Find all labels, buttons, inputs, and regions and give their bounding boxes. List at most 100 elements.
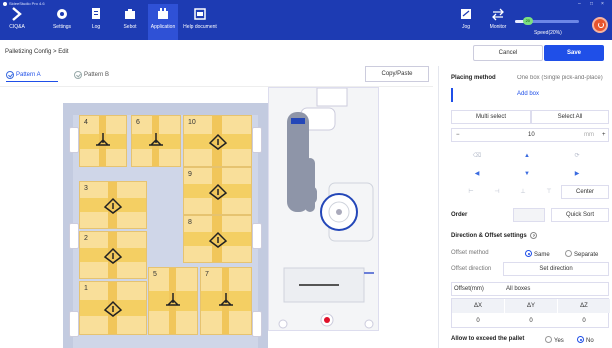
- box-item[interactable]: 7: [200, 267, 252, 335]
- move-up-button[interactable]: ▲: [509, 148, 545, 164]
- palletizing-canvas[interactable]: 4 6 10 3 9 8 2 1 5 7: [0, 86, 433, 348]
- box-orientation-icon: [219, 293, 233, 306]
- box-orientation-icon: [208, 231, 227, 248]
- chevron-right-icon: [12, 7, 22, 21]
- check-circle-icon: [74, 71, 82, 79]
- close-window-button[interactable]: ×: [601, 1, 604, 7]
- box-orientation-icon: [208, 133, 227, 150]
- quick-sort-button[interactable]: Quick Sort: [551, 208, 609, 222]
- maximize-button[interactable]: □: [590, 1, 593, 7]
- nav-settings-label: Settings: [52, 24, 72, 30]
- pallet-notch: [252, 127, 262, 153]
- exceed-no-radio[interactable]: No: [577, 336, 594, 344]
- direction-offset-label: Direction & Offset settings: [451, 233, 527, 239]
- box-item[interactable]: 2: [79, 231, 147, 279]
- all-boxes-select[interactable]: All boxes: [506, 286, 530, 292]
- pallet-notch: [252, 223, 262, 249]
- align-top-icon: ⊤: [546, 189, 552, 195]
- speed-slider[interactable]: 20: [515, 17, 583, 25]
- tab-pattern-b[interactable]: Pattern B: [74, 68, 120, 82]
- nav-sebot[interactable]: Sebot: [118, 4, 142, 40]
- cancel-button[interactable]: Cancel: [473, 45, 543, 61]
- box-number: 2: [84, 235, 88, 242]
- box-item[interactable]: 1: [79, 281, 147, 335]
- set-direction-button[interactable]: Set direction: [503, 262, 609, 276]
- box-orientation-icon: [96, 133, 110, 146]
- box-item[interactable]: 3: [79, 181, 147, 229]
- step-value[interactable]: 10: [528, 129, 535, 141]
- help-icon[interactable]: ?: [530, 232, 538, 239]
- nav-jog-label: Jog: [461, 24, 471, 30]
- decrease-button[interactable]: −: [456, 129, 460, 141]
- nav-monitor[interactable]: Monitor: [485, 4, 511, 40]
- delta-y-header: ΔY: [505, 299, 557, 313]
- minimize-button[interactable]: –: [578, 1, 581, 7]
- move-left-button[interactable]: ◀: [459, 166, 495, 182]
- box-number: 6: [136, 119, 140, 126]
- box-item[interactable]: 9: [183, 167, 252, 215]
- order-select[interactable]: [513, 208, 545, 222]
- box-number: 7: [205, 271, 209, 278]
- save-button[interactable]: Save: [544, 45, 604, 61]
- exceed-yes-radio[interactable]: Yes: [545, 336, 564, 344]
- copy-paste-button[interactable]: Copy/Paste: [365, 66, 429, 82]
- delete-box-button[interactable]: ⌫: [459, 148, 495, 164]
- offset-separate-radio[interactable]: Separate: [565, 250, 598, 258]
- nav-settings[interactable]: Settings: [48, 4, 76, 40]
- radio-selected-icon: [577, 336, 584, 343]
- delta-z-input[interactable]: 0: [558, 314, 610, 328]
- offset-same-radio[interactable]: Same: [525, 250, 550, 258]
- exceed-pallet-label: Allow to exceed the pallet: [451, 336, 525, 342]
- move-right-button[interactable]: ▶: [559, 166, 595, 182]
- tab-pattern-a-label: Pattern A: [16, 71, 41, 78]
- pallet-notch: [69, 127, 79, 153]
- nav-help-document[interactable]: Help document: [180, 4, 220, 40]
- select-all-button[interactable]: Select All: [531, 110, 609, 124]
- tab-pattern-a[interactable]: Pattern A: [6, 68, 58, 82]
- delta-y-input[interactable]: 0: [505, 314, 557, 328]
- nav-application[interactable]: Application: [148, 4, 178, 40]
- power-button[interactable]: [592, 17, 608, 33]
- pallet-notch: [69, 311, 79, 337]
- order-label: Order: [451, 212, 468, 218]
- nav-log[interactable]: Log: [86, 4, 106, 40]
- puzzle-icon: [125, 9, 135, 19]
- increase-button[interactable]: +: [602, 129, 606, 141]
- offset-row: Offset(mm) All boxes: [451, 282, 609, 296]
- nav-monitor-label: Monitor: [489, 24, 507, 30]
- step-unit: mm: [584, 132, 594, 138]
- box-item[interactable]: 6: [131, 115, 181, 167]
- rotate-button[interactable]: ⟳: [559, 148, 595, 164]
- triangle-right-icon: ▶: [574, 171, 580, 177]
- align-left-icon: ⊢: [468, 189, 474, 195]
- box-item[interactable]: 8: [183, 215, 252, 263]
- box-orientation-icon: [149, 133, 163, 146]
- box-number: 5: [153, 271, 157, 278]
- box-item[interactable]: 4: [79, 115, 127, 167]
- delta-x-input[interactable]: 0: [452, 314, 504, 328]
- add-box-row: Add box: [451, 88, 607, 102]
- trash-icon: ⌫: [472, 153, 482, 159]
- box-item[interactable]: 10: [183, 115, 252, 167]
- nav-application-label: Application: [150, 24, 176, 30]
- offset-mm-label: Offset(mm): [454, 286, 484, 292]
- robot-workspace: [268, 87, 379, 331]
- nav-log-label: Log: [91, 24, 101, 30]
- box-item[interactable]: 5: [148, 267, 198, 335]
- gear-icon: [57, 9, 67, 19]
- box-orientation-icon: [103, 300, 123, 317]
- box-orientation-icon: [103, 247, 123, 264]
- speed-thumb[interactable]: 20: [522, 17, 533, 25]
- center-button[interactable]: Center: [561, 185, 609, 199]
- move-down-button[interactable]: ▼: [509, 166, 545, 182]
- properties-panel: Placing method One box (Single pick-and-…: [438, 66, 612, 348]
- multi-select-button[interactable]: Multi select: [451, 110, 531, 124]
- delta-z-header: ΔZ: [558, 299, 610, 313]
- placing-method-label: Placing method: [451, 75, 496, 81]
- pallet-notch: [252, 311, 262, 337]
- nav-ciqa[interactable]: CIQ&A: [6, 4, 28, 40]
- nav-jog[interactable]: Jog: [456, 4, 476, 40]
- add-box-button[interactable]: Add box: [517, 91, 539, 97]
- triangle-down-icon: ▼: [524, 171, 530, 177]
- placing-method-select[interactable]: One box (Single pick-and-place): [517, 75, 609, 81]
